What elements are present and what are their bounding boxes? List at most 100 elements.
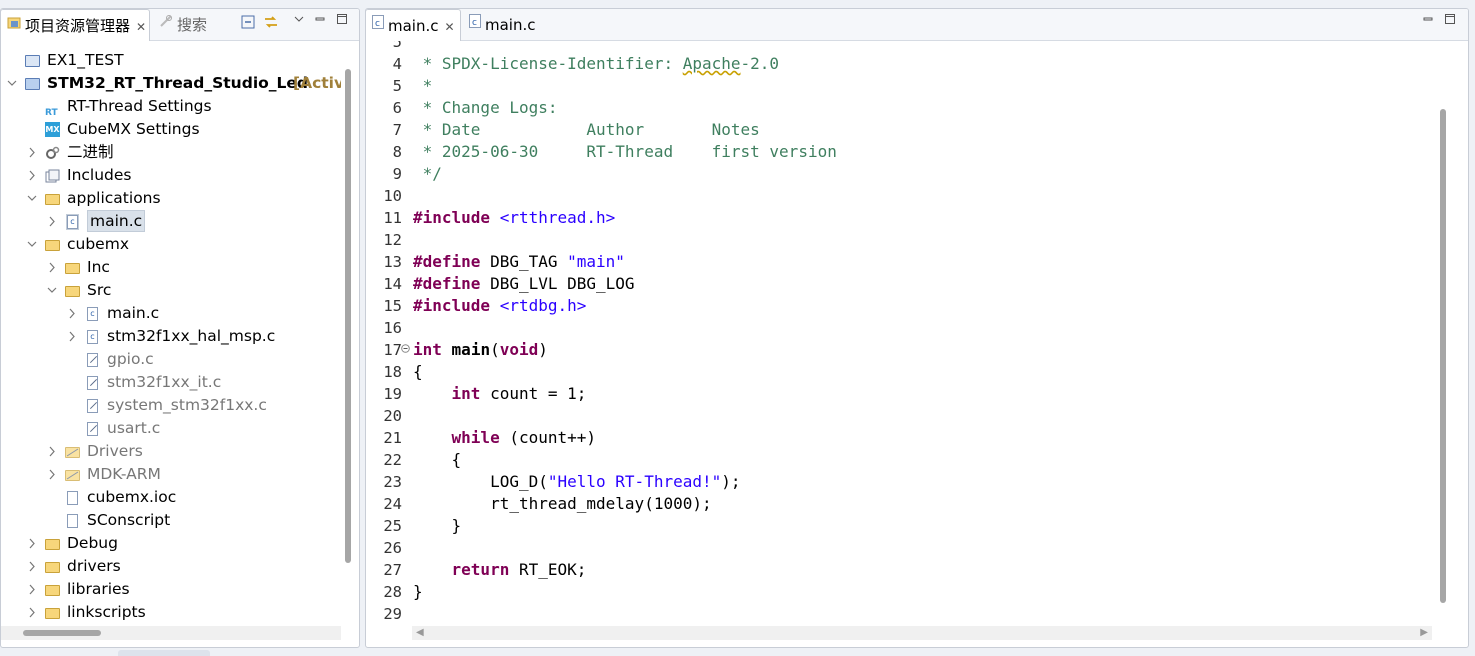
tree-item[interactable]: Src (1, 279, 341, 302)
tree-item[interactable]: EX1_TEST (1, 49, 341, 72)
tree-item-label: libraries (67, 580, 130, 598)
code-line[interactable]: { (413, 361, 423, 383)
code-line[interactable]: int count = 1; (413, 383, 587, 405)
code-line[interactable]: return RT_EOK; (413, 559, 587, 581)
tree-item-label: main.c (87, 210, 146, 232)
scroll-left-arrow-icon[interactable]: ◀ (416, 627, 424, 638)
chevron-right-icon[interactable] (27, 164, 37, 187)
code-line[interactable]: #include <rtdbg.h> (413, 295, 586, 317)
tree-item[interactable]: 二进制 (1, 141, 341, 164)
code-editor[interactable]: 5 4 * SPDX-License-Identifier: Apache-2.0… (366, 41, 1432, 625)
editor-horizontal-scrollbar[interactable]: ◀ ▶ (412, 626, 1432, 640)
line-number: 21 (383, 429, 402, 447)
code-line[interactable]: int main(void) (413, 339, 548, 361)
tree-item[interactable]: system_stm32f1xx.c (1, 394, 341, 417)
code-line[interactable]: } (413, 581, 423, 603)
chevron-down-icon[interactable] (27, 187, 37, 210)
tree-item[interactable]: STM32_RT_Thread_Studio_Led [Activ (1, 72, 341, 95)
explorer-vertical-scrollbar-thumb[interactable] (345, 69, 351, 563)
tree-item[interactable]: MDK-ARM (1, 463, 341, 486)
code-token: } (413, 516, 462, 535)
tree-item[interactable]: Includes (1, 164, 341, 187)
code-line[interactable]: * 2025-06-30 RT-Thread first version (413, 141, 837, 163)
code-line[interactable]: } (413, 515, 462, 537)
code-line[interactable]: * SPDX-License-Identifier: Apache-2.0 (413, 53, 779, 75)
chevron-right-icon[interactable] (27, 555, 37, 578)
chevron-right-icon[interactable] (27, 578, 37, 601)
chevron-right-icon[interactable] (67, 325, 77, 348)
explorer-horizontal-scrollbar-thumb[interactable] (23, 630, 101, 636)
tree-item[interactable]: applications (1, 187, 341, 210)
tree-item[interactable]: libraries (1, 578, 341, 601)
code-line[interactable]: #include <rtthread.h> (413, 207, 615, 229)
maximize-icon[interactable] (1444, 13, 1456, 29)
code-line[interactable]: rt_thread_mdelay(1000); (413, 493, 712, 515)
tree-item[interactable]: Drivers (1, 440, 341, 463)
editor-tab-main-c-active[interactable]: c main.c ✕ (366, 9, 461, 41)
line-number: 4 (392, 55, 402, 73)
chevron-right-icon[interactable] (47, 210, 57, 233)
maximize-icon[interactable] (336, 13, 348, 29)
code-token: DBG_TAG (480, 252, 568, 271)
code-line[interactable]: * (413, 75, 433, 97)
collapse-all-icon[interactable] (241, 15, 255, 33)
tree-item[interactable]: drivers (1, 555, 341, 578)
code-token: * 2025-06-30 RT-Thread first version (413, 142, 837, 161)
code-line[interactable]: { (413, 449, 462, 471)
chevron-down-icon[interactable] (7, 72, 17, 95)
tree-item[interactable]: RT RT-Thread Settings (1, 95, 341, 118)
minimize-icon[interactable] (314, 13, 326, 29)
line-number: 5 (392, 77, 402, 95)
code-token: (count++) (499, 428, 597, 447)
link-with-editor-icon[interactable] (263, 14, 279, 34)
bottom-view-tab[interactable] (118, 650, 210, 656)
code-token: * (413, 76, 433, 95)
tree-item[interactable]: cubemx (1, 233, 341, 256)
tree-item-label: cubemx (67, 235, 129, 253)
chevron-down-icon[interactable] (27, 233, 37, 256)
tab-project-explorer[interactable]: 项目资源管理器 ✕ (1, 9, 150, 41)
code-line[interactable]: LOG_D("Hello RT-Thread!"); (413, 471, 740, 493)
tree-item[interactable]: Inc (1, 256, 341, 279)
explorer-horizontal-scrollbar[interactable] (1, 626, 341, 640)
tree-item[interactable]: stm32f1xx_it.c (1, 371, 341, 394)
code-line[interactable]: * Change Logs: (413, 97, 558, 119)
chevron-down-icon[interactable] (47, 279, 57, 302)
close-icon[interactable]: ✕ (136, 20, 146, 34)
editor-tab-main-c[interactable]: c main.c (463, 9, 543, 40)
code-token: #include (413, 296, 491, 315)
tree-item[interactable]: cubemx.ioc (1, 486, 341, 509)
chevron-right-icon[interactable] (47, 440, 57, 463)
code-line[interactable]: while (count++) (413, 427, 597, 449)
close-icon[interactable]: ✕ (445, 20, 455, 34)
code-line[interactable]: #define DBG_TAG "main" (413, 251, 625, 273)
chevron-right-icon[interactable] (27, 532, 37, 555)
view-menu-icon[interactable] (293, 13, 305, 29)
tree-item[interactable]: gpio.c (1, 348, 341, 371)
tree-item[interactable]: MX CubeMX Settings (1, 118, 341, 141)
tree-item[interactable]: usart.c (1, 417, 341, 440)
tree-item[interactable]: c stm32f1xx_hal_msp.c (1, 325, 341, 348)
fold-toggle-icon[interactable] (401, 344, 410, 356)
code-line[interactable]: */ (413, 163, 442, 185)
c-file-excluded-icon (87, 353, 98, 367)
folder-icon (45, 608, 60, 619)
tree-item[interactable]: c main.c (1, 210, 341, 233)
folder-icon (45, 562, 60, 573)
folder-excluded-icon (65, 447, 80, 458)
tab-search[interactable]: 搜索 (153, 9, 233, 40)
code-line[interactable]: #define DBG_LVL DBG_LOG (413, 273, 635, 295)
chevron-right-icon[interactable] (67, 302, 77, 325)
code-line[interactable]: * Date Author Notes (413, 119, 760, 141)
tree-item[interactable]: linkscripts (1, 601, 341, 624)
minimize-icon[interactable] (1422, 13, 1434, 29)
tree-item[interactable]: SConscript (1, 509, 341, 532)
editor-vertical-scrollbar-thumb[interactable] (1440, 109, 1446, 603)
chevron-right-icon[interactable] (47, 463, 57, 486)
chevron-right-icon[interactable] (27, 601, 37, 624)
tree-item[interactable]: Debug (1, 532, 341, 555)
chevron-right-icon[interactable] (47, 256, 57, 279)
tree-item[interactable]: c main.c (1, 302, 341, 325)
scroll-right-arrow-icon[interactable]: ▶ (1420, 627, 1428, 638)
chevron-right-icon[interactable] (27, 141, 37, 164)
